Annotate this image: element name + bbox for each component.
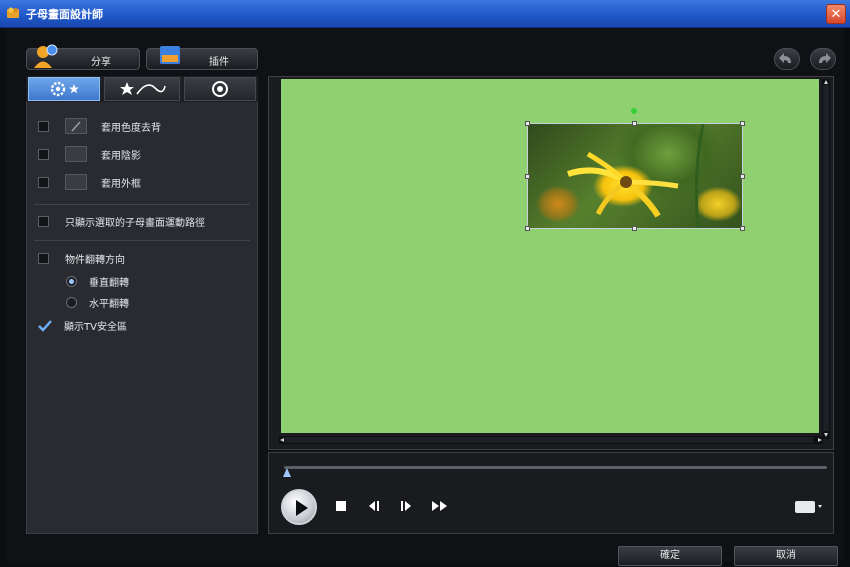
border-checkbox[interactable] <box>38 176 49 188</box>
resize-handle-tr[interactable] <box>740 121 745 126</box>
title-bar: 子母畫面設計師 ✕ <box>0 0 850 28</box>
previous-frame-icon[interactable] <box>366 499 382 513</box>
option-show-selected-path[interactable]: 只顯示選取的子母畫面運動路徑 <box>38 214 205 229</box>
undo-button[interactable] <box>774 48 800 70</box>
fx-curve-icon <box>120 82 166 95</box>
option-flip[interactable]: 物件翻轉方向 <box>38 251 125 266</box>
tab-blend[interactable] <box>184 77 256 101</box>
resize-handle-r[interactable] <box>740 174 745 179</box>
gear-star-icon <box>50 81 79 97</box>
stop-icon[interactable] <box>334 499 348 513</box>
undo-icon <box>779 53 791 63</box>
display-mode-icon[interactable] <box>794 499 824 515</box>
shadow-swatch[interactable] <box>65 146 87 162</box>
flip-checkbox[interactable] <box>38 253 49 264</box>
flip-label: 物件翻轉方向 <box>65 255 125 266</box>
resize-handle-t[interactable] <box>632 121 637 126</box>
cancel-button[interactable]: 取消 <box>734 546 838 566</box>
next-frame-icon[interactable] <box>398 499 414 513</box>
redo-button[interactable] <box>810 48 836 70</box>
vertical-scroll-thumb[interactable] <box>823 85 829 431</box>
tv-safe-label: 顯示TV安全區 <box>64 322 127 333</box>
radio-vertical-flip[interactable]: 垂直翻轉 <box>66 274 129 289</box>
option-chroma-key[interactable]: 套用色度去背 <box>38 118 161 134</box>
option-tv-safe-area[interactable]: 顯示TV安全區 <box>38 318 127 333</box>
border-swatch[interactable] <box>65 174 87 190</box>
options-tabbar <box>26 76 258 102</box>
divider <box>34 204 250 205</box>
eyedropper-icon <box>71 121 81 132</box>
divider <box>34 240 250 241</box>
resize-handle-tl[interactable] <box>525 121 530 126</box>
radio-horizontal-flip[interactable]: 水平翻轉 <box>66 295 129 310</box>
timeline-slider[interactable] <box>284 466 827 469</box>
playback-panel <box>268 452 834 534</box>
target-icon <box>212 81 228 97</box>
scroll-right-arrow-icon[interactable] <box>818 438 822 442</box>
shadow-checkbox[interactable] <box>38 148 49 160</box>
scroll-down-arrow-icon[interactable] <box>824 433 828 437</box>
border-label: 套用外框 <box>101 178 141 190</box>
resize-handle-b[interactable] <box>632 226 637 231</box>
tab-properties[interactable] <box>28 77 100 101</box>
show-path-label: 只顯示選取的子母畫面運動路徑 <box>65 218 205 229</box>
flower-image <box>567 124 705 228</box>
horizontal-flip-radio[interactable] <box>66 297 77 308</box>
pip-overlay-image[interactable] <box>527 123 743 229</box>
rotation-handle[interactable] <box>631 108 637 114</box>
chroma-key-swatch[interactable] <box>65 118 87 134</box>
ok-button[interactable]: 確定 <box>618 546 722 566</box>
horizontal-flip-label: 水平翻轉 <box>89 299 129 310</box>
vertical-flip-radio[interactable] <box>66 276 77 287</box>
download-button[interactable]: 插件 <box>146 46 258 70</box>
vertical-scrollbar[interactable] <box>822 79 830 439</box>
options-panel <box>26 76 258 534</box>
resize-handle-bl[interactable] <box>525 226 530 231</box>
redo-icon <box>819 53 831 63</box>
app-icon <box>7 7 19 18</box>
share-button[interactable]: 分享 <box>26 44 140 70</box>
play-button[interactable] <box>281 489 317 525</box>
resize-handle-br[interactable] <box>740 226 745 231</box>
scroll-up-arrow-icon[interactable] <box>824 80 828 84</box>
chroma-key-label: 套用色度去背 <box>101 122 161 134</box>
window-title: 子母畫面設計師 <box>26 8 103 21</box>
resize-handle-l[interactable] <box>525 174 530 179</box>
show-path-checkbox[interactable] <box>38 216 49 227</box>
chroma-key-checkbox[interactable] <box>38 120 49 132</box>
download-box-icon <box>160 46 180 64</box>
option-border[interactable]: 套用外框 <box>38 174 141 190</box>
share-label: 分享 <box>91 57 111 68</box>
horizontal-scrollbar[interactable] <box>279 436 823 444</box>
close-button[interactable]: ✕ <box>826 4 846 24</box>
user-share-icon <box>34 44 58 68</box>
tab-motion[interactable] <box>104 77 180 101</box>
vertical-flip-label: 垂直翻轉 <box>89 278 129 289</box>
shadow-label: 套用陰影 <box>101 150 141 162</box>
checkmark-icon[interactable] <box>38 319 52 332</box>
horizontal-scroll-thumb[interactable] <box>285 437 813 443</box>
fast-forward-icon[interactable] <box>430 499 450 513</box>
download-label: 插件 <box>209 57 229 68</box>
scroll-left-arrow-icon[interactable] <box>280 438 284 442</box>
option-shadow[interactable]: 套用陰影 <box>38 146 141 162</box>
